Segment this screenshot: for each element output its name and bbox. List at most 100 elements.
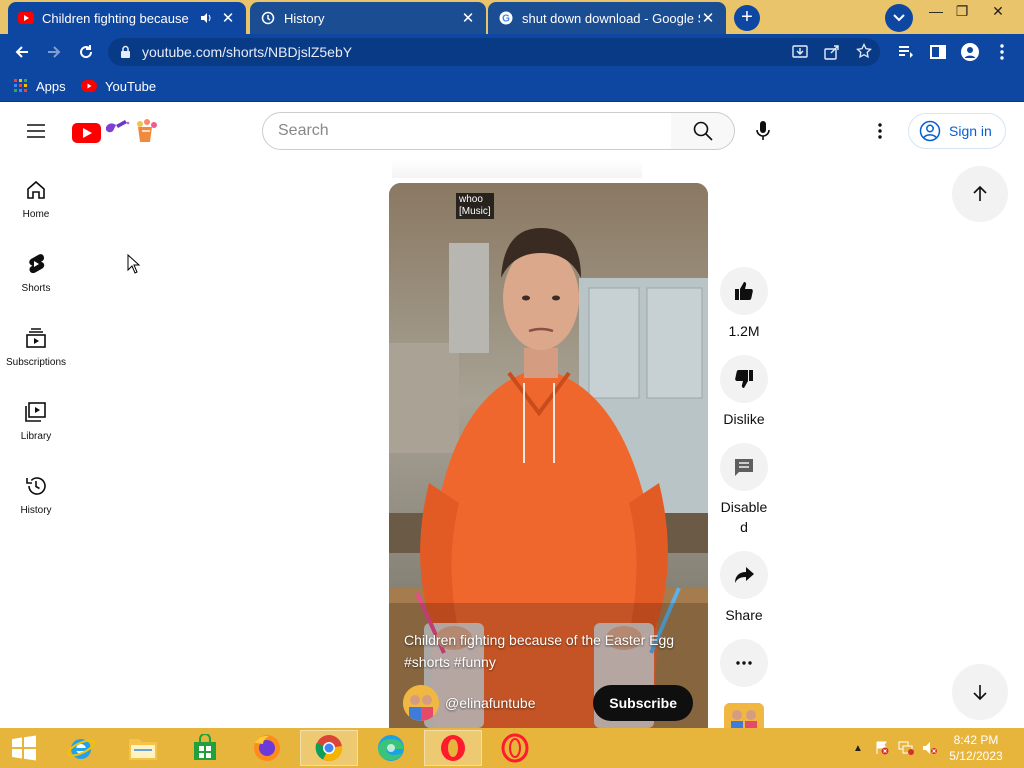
profile-button[interactable]	[958, 40, 982, 64]
dislike-button[interactable]	[720, 355, 768, 403]
search-button[interactable]	[671, 112, 735, 150]
show-hidden-icons-icon[interactable]: ▲	[850, 740, 866, 756]
close-tab-icon[interactable]: ✕	[700, 9, 716, 27]
restore-button[interactable]: ❐	[944, 0, 980, 22]
side-panel-button[interactable]	[926, 40, 950, 64]
reload-button[interactable]	[74, 40, 98, 64]
volume-muted-icon[interactable]	[922, 740, 938, 756]
channel-avatar[interactable]	[403, 685, 439, 721]
chrome-icon	[315, 735, 343, 762]
next-short-button[interactable]	[952, 664, 1008, 720]
bookmark-youtube[interactable]: YouTube	[81, 76, 156, 96]
close-tab-icon[interactable]: ✕	[460, 9, 476, 27]
settings-menu-button[interactable]	[864, 115, 896, 147]
share-page-icon[interactable]	[824, 44, 840, 60]
install-app-icon[interactable]	[792, 44, 808, 60]
short-title[interactable]: Children fighting because of the Easter …	[404, 629, 694, 673]
youtube-icon	[81, 80, 97, 92]
sign-in-button[interactable]: Sign in	[908, 113, 1006, 149]
taskbar-store[interactable]	[176, 730, 234, 766]
arrow-up-icon	[973, 185, 987, 201]
caption-line: [Music]	[459, 206, 491, 217]
new-tab-button[interactable]: +	[734, 5, 760, 31]
voice-search-button[interactable]	[745, 113, 781, 149]
browser-menu-button[interactable]	[990, 40, 1014, 64]
taskbar-chrome[interactable]	[300, 730, 358, 766]
comment-icon	[735, 459, 753, 476]
subscribe-button[interactable]: Subscribe	[593, 685, 693, 721]
thumbs-up-icon	[735, 282, 753, 300]
guide-item-subscriptions[interactable]: Subscriptions	[0, 307, 72, 381]
comments-action: Disabled	[718, 443, 770, 537]
dislike-label: Dislike	[723, 411, 765, 427]
more-horizontal-icon	[736, 661, 752, 665]
opera-gx-icon	[501, 733, 529, 763]
sound-thumbnail[interactable]	[724, 703, 764, 728]
close-window-button[interactable]: ✕	[980, 0, 1016, 22]
google-favicon: G	[498, 10, 514, 26]
taskbar-internet-explorer[interactable]	[52, 730, 110, 766]
tab-title: History	[284, 10, 325, 26]
bookmark-apps[interactable]: Apps	[14, 76, 66, 96]
media-queue-icon	[899, 46, 913, 58]
start-button[interactable]	[0, 730, 48, 766]
firefox-icon	[254, 735, 280, 761]
address-url: youtube.com/shorts/NBDjslZ5ebY	[142, 44, 353, 60]
library-icon	[25, 402, 46, 422]
guide-menu-button[interactable]	[24, 119, 48, 143]
guide-item-shorts[interactable]: Shorts	[0, 233, 72, 307]
taskbar-edge[interactable]	[362, 730, 420, 766]
tab-search-button[interactable]	[885, 4, 913, 32]
bookmark-label: Apps	[36, 78, 66, 94]
guide-label: Subscriptions	[5, 357, 67, 368]
share-button[interactable]	[720, 551, 768, 599]
back-button[interactable]	[10, 40, 34, 64]
youtube-favicon	[18, 10, 34, 26]
guide-item-library[interactable]: Library	[0, 381, 72, 455]
lock-icon[interactable]	[120, 45, 131, 59]
tab-google-search[interactable]: G shut down download - Google S ✕	[488, 2, 726, 34]
system-clock[interactable]: 8:42 PM 5/12/2023	[944, 732, 1008, 764]
start-icon	[12, 735, 36, 761]
guide-item-history[interactable]: History	[0, 455, 72, 529]
more-options-button[interactable]	[720, 639, 768, 687]
guide-label: Home	[22, 209, 50, 220]
guide-item-home[interactable]: Home	[0, 159, 72, 233]
internet-explorer-icon	[67, 739, 95, 759]
arrow-left-icon	[15, 46, 28, 58]
speaker-icon[interactable]	[200, 12, 212, 24]
taskbar-opera[interactable]	[424, 730, 482, 766]
tab-youtube-short[interactable]: Children fighting because of ✕	[8, 2, 246, 34]
taskbar-firefox[interactable]	[238, 730, 296, 766]
tab-history[interactable]: History ✕	[250, 2, 486, 34]
action-center-flag-icon[interactable]	[874, 740, 890, 756]
taskbar-file-explorer[interactable]	[114, 730, 172, 766]
previous-short-button[interactable]	[952, 166, 1008, 222]
arrow-right-icon	[48, 46, 61, 58]
close-tab-icon[interactable]: ✕	[220, 9, 236, 27]
like-button[interactable]	[720, 267, 768, 315]
side-panel-icon	[930, 45, 946, 59]
subscriptions-icon	[26, 328, 46, 348]
guide-label: Library	[20, 431, 52, 442]
mouse-cursor-icon	[127, 254, 141, 274]
network-icon[interactable]	[898, 740, 914, 756]
history-icon	[26, 477, 46, 495]
share-arrow-icon	[735, 567, 754, 583]
store-icon	[194, 734, 216, 760]
comments-button[interactable]	[720, 443, 768, 491]
bookmark-star-icon[interactable]	[856, 43, 872, 59]
media-controls-button[interactable]	[894, 40, 918, 64]
home-icon	[27, 180, 45, 199]
youtube-doodle-logo[interactable]	[72, 117, 162, 145]
forward-button[interactable]	[42, 40, 66, 64]
like-count: 1.2M	[728, 323, 760, 339]
channel-name[interactable]: @elinafuntube	[445, 695, 593, 711]
apps-grid-icon	[14, 79, 28, 93]
taskbar-opera-gx[interactable]	[486, 730, 544, 766]
shorts-video-player[interactable]: whoo [Music] Children fighting because o…	[389, 183, 708, 728]
channel-row: @elinafuntube Subscribe	[403, 685, 693, 721]
history-icon	[260, 10, 276, 26]
search-input[interactable]	[263, 113, 671, 149]
address-bar[interactable]: youtube.com/shorts/NBDjslZ5ebY	[108, 38, 880, 66]
